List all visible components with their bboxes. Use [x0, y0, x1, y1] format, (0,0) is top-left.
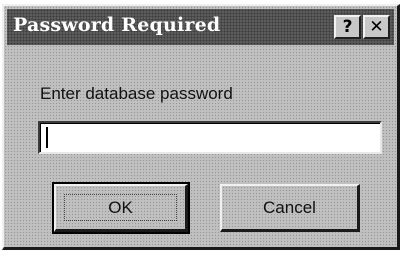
close-button[interactable]: ✕ [363, 15, 390, 39]
title-bar[interactable]: Password Required ? ✕ [7, 9, 394, 45]
password-prompt-label: Enter database password [40, 84, 233, 103]
dialog-title: Password Required [13, 14, 221, 36]
ok-button-label: OK [108, 197, 133, 217]
help-button[interactable]: ? [334, 15, 361, 39]
close-icon: ✕ [369, 16, 384, 37]
cancel-button-label: Cancel [263, 197, 316, 217]
text-caret [46, 127, 48, 148]
password-dialog: Password Required ? ✕ Enter database pas… [2, 4, 400, 250]
ok-button[interactable]: OK [52, 182, 190, 234]
password-input[interactable] [38, 121, 382, 154]
cancel-button[interactable]: Cancel [220, 184, 360, 232]
question-mark-icon: ? [342, 16, 353, 37]
